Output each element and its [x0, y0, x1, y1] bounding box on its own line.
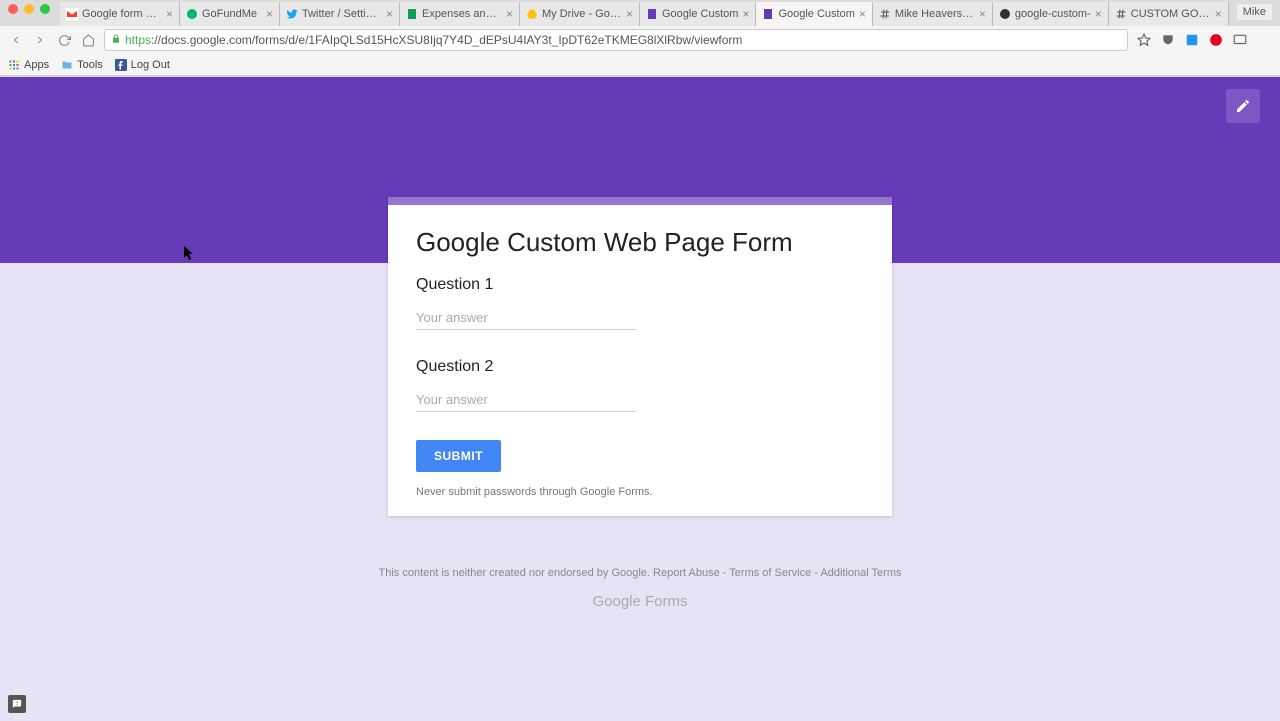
bookmark-log-out[interactable]: Log Out [115, 59, 170, 71]
logo-forms-text: Forms [641, 593, 688, 610]
bookmark-label: Log Out [131, 59, 170, 71]
browser-tab-9[interactable]: CUSTOM GOOG × [1109, 2, 1229, 26]
bookmark-tools[interactable]: Tools [61, 59, 103, 71]
card-accent-bar [388, 197, 892, 205]
tab-title: Google Custom [662, 8, 738, 20]
nav-reload-btn[interactable] [56, 32, 72, 48]
toolbar-icons [1136, 32, 1272, 48]
tab-title: GoFundMe [202, 8, 262, 20]
question-2: Question 2 [416, 358, 864, 412]
tab-favicon-icon [646, 8, 658, 20]
logo-google-text: Google [592, 593, 640, 610]
browser-chrome: Mike Google form cus×GoFundMe×Twitter / … [0, 0, 1280, 77]
page-viewport: Google Custom Web Page Form Question 1 Q… [0, 77, 1280, 721]
password-warning: Never submit passwords through Google Fo… [416, 486, 864, 498]
tab-favicon-icon [999, 8, 1011, 20]
tab-title: Google Custom [778, 8, 854, 20]
lock-icon [111, 34, 121, 47]
tab-bar: Google form cus×GoFundMe×Twitter / Setti… [0, 0, 1280, 26]
nav-back-btn[interactable] [8, 32, 24, 48]
cast-icon[interactable] [1232, 32, 1248, 48]
tab-favicon-icon [526, 8, 538, 20]
tab-favicon-icon [762, 8, 774, 20]
bookmark-icon [115, 59, 127, 71]
google-forms-logo[interactable]: Google Forms [592, 593, 687, 610]
browser-tab-5[interactable]: Google Custom × [640, 2, 756, 26]
browser-tab-6[interactable]: Google Custom × [756, 2, 872, 26]
browser-tab-2[interactable]: Twitter / Settings × [280, 2, 400, 26]
url-scheme: https [125, 33, 151, 47]
nav-forward-btn[interactable] [32, 32, 48, 48]
browser-tab-7[interactable]: Mike Heavers | L × [873, 2, 993, 26]
question-1: Question 1 [416, 276, 864, 330]
submit-button[interactable]: SUBMIT [416, 440, 501, 472]
tab-title: My Drive - Goog [542, 8, 622, 20]
question-1-input[interactable] [416, 306, 636, 330]
footer-disclaimer: This content is neither created nor endo… [378, 567, 901, 579]
tab-title: Twitter / Settings [302, 8, 382, 20]
tab-favicon-icon [406, 8, 418, 20]
disclaimer-text: This content is neither created nor endo… [378, 567, 653, 579]
bookmark-label: Apps [24, 59, 49, 71]
tab-close-icon[interactable]: × [386, 7, 393, 21]
url-input[interactable]: https://docs.google.com/forms/d/e/1FAIpQ… [104, 29, 1128, 51]
tab-close-icon[interactable]: × [742, 7, 749, 21]
additional-terms-link[interactable]: Additional Terms [820, 567, 901, 579]
pinterest-icon[interactable] [1208, 32, 1224, 48]
tab-favicon-icon [879, 8, 891, 20]
report-abuse-link[interactable]: Report Abuse [653, 567, 720, 579]
question-1-label: Question 1 [416, 276, 864, 294]
nav-home-btn[interactable] [80, 32, 96, 48]
menu-icon[interactable] [1256, 34, 1272, 46]
tab-close-icon[interactable]: × [1215, 7, 1222, 21]
question-2-label: Question 2 [416, 358, 864, 376]
question-2-input[interactable] [416, 388, 636, 412]
star-icon[interactable] [1136, 32, 1152, 48]
browser-tab-3[interactable]: Expenses and E × [400, 2, 520, 26]
tab-close-icon[interactable]: × [1095, 7, 1102, 21]
browser-tab-1[interactable]: GoFundMe × [180, 2, 280, 26]
tab-title: Expenses and E [422, 8, 502, 20]
tos-link[interactable]: Terms of Service [729, 567, 811, 579]
tab-favicon-icon [286, 8, 298, 20]
form-title: Google Custom Web Page Form [416, 227, 864, 258]
tab-title: google-custom- [1015, 8, 1091, 20]
bookmark-icon [8, 59, 20, 71]
form-card: Google Custom Web Page Form Question 1 Q… [388, 197, 892, 516]
tab-close-icon[interactable]: × [859, 7, 866, 21]
browser-tab-8[interactable]: google-custom- × [993, 2, 1109, 26]
tab-close-icon[interactable]: × [626, 7, 633, 21]
bookmark-icon [61, 59, 73, 71]
window-maximize-btn[interactable] [40, 4, 50, 14]
bookmark-label: Tools [77, 59, 103, 71]
window-close-btn[interactable] [8, 4, 18, 14]
tab-title: Google form cus [82, 8, 162, 20]
tab-close-icon[interactable]: × [506, 7, 513, 21]
bookmark-bar: Apps Tools Log Out [0, 54, 1280, 76]
browser-user-label[interactable]: Mike [1237, 4, 1272, 20]
url-path: ://docs.google.com/forms/d/e/1FAIpQLSd15… [151, 33, 742, 47]
extension-icon-1[interactable] [1184, 32, 1200, 48]
feedback-button[interactable] [8, 695, 26, 713]
tab-close-icon[interactable]: × [266, 7, 273, 21]
tab-favicon-icon [186, 8, 198, 20]
browser-tab-4[interactable]: My Drive - Goog × [520, 2, 640, 26]
tab-title: Mike Heavers | L [895, 8, 975, 20]
tab-title: CUSTOM GOOG [1131, 8, 1211, 20]
browser-tab-0[interactable]: Google form cus × [60, 2, 180, 26]
tab-favicon-icon [66, 8, 78, 20]
pocket-icon[interactable] [1160, 32, 1176, 48]
edit-form-button[interactable] [1226, 89, 1260, 123]
window-controls [8, 4, 50, 14]
tab-close-icon[interactable]: × [979, 7, 986, 21]
window-minimize-btn[interactable] [24, 4, 34, 14]
tab-close-icon[interactable]: × [166, 7, 173, 21]
address-bar: https://docs.google.com/forms/d/e/1FAIpQ… [0, 26, 1280, 54]
bookmark-apps[interactable]: Apps [8, 59, 49, 71]
tab-favicon-icon [1115, 8, 1127, 20]
